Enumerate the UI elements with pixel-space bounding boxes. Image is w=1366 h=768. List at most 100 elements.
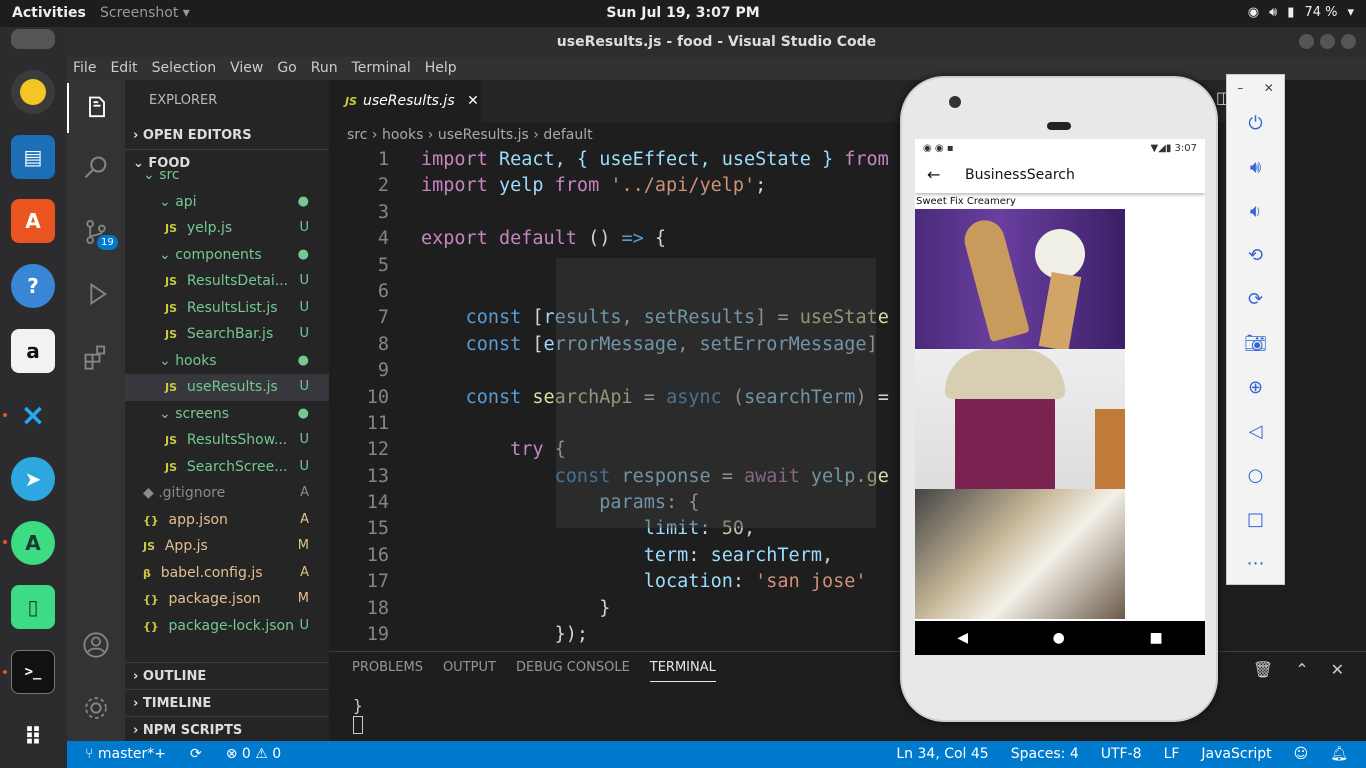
more-icon[interactable]: ⋯: [1227, 541, 1284, 585]
file-item[interactable]: JS ResultsList.js U: [125, 295, 329, 322]
terminal-output[interactable]: }: [353, 696, 363, 739]
menu-item-help[interactable]: Help: [425, 57, 457, 80]
activities-button[interactable]: Activities: [12, 5, 86, 21]
show-applications-icon[interactable]: ⠿: [11, 715, 55, 759]
folder-item[interactable]: ⌄ components ●: [125, 242, 329, 269]
search-icon[interactable]: [67, 143, 125, 193]
software-center-icon[interactable]: A: [11, 199, 55, 243]
volume-down-icon[interactable]: 🔉︎: [1227, 189, 1284, 233]
menu-item-edit[interactable]: Edit: [110, 57, 137, 80]
menu-item-file[interactable]: File: [73, 57, 96, 80]
minimize-icon[interactable]: –: [1237, 81, 1243, 95]
eol[interactable]: LF: [1164, 741, 1180, 768]
timeline-section[interactable]: › TIMELINE: [125, 689, 329, 716]
files-app-icon[interactable]: [11, 29, 55, 49]
overview-icon[interactable]: □: [1227, 497, 1284, 541]
minimize-button[interactable]: [1299, 34, 1314, 49]
tab-problems[interactable]: PROBLEMS: [352, 660, 423, 682]
account-icon[interactable]: [67, 620, 125, 670]
rhythmbox-icon[interactable]: [11, 70, 55, 114]
menu-item-go[interactable]: Go: [277, 57, 296, 80]
business-name[interactable]: Sweet Fix Creamery: [915, 195, 1205, 209]
sync-icon[interactable]: ⟳: [190, 741, 202, 768]
file-item[interactable]: {} package-lock.json U: [125, 613, 329, 635]
breadcrumb-item[interactable]: hooks: [382, 127, 423, 143]
maximize-panel-icon[interactable]: ⌃: [1295, 660, 1308, 679]
close-icon[interactable]: ✕: [1264, 81, 1274, 95]
file-item[interactable]: JS SearchScree... U: [125, 454, 329, 481]
breadcrumb-item[interactable]: default: [543, 127, 592, 143]
writer-icon[interactable]: ▤: [11, 135, 55, 179]
explorer-icon[interactable]: [67, 83, 125, 133]
power-icon[interactable]: ⏻: [1227, 101, 1284, 145]
folder-item[interactable]: ⌄ api ●: [125, 189, 329, 216]
business-photo[interactable]: [915, 209, 1125, 349]
system-tray[interactable]: ◉ 🔊︎ ▮ 74 % ▾: [1248, 5, 1354, 20]
close-icon[interactable]: ✕: [467, 93, 479, 109]
nav-back-icon[interactable]: ◀: [957, 630, 968, 646]
clock[interactable]: Sun Jul 19, 3:07 PM: [0, 5, 1366, 21]
source-control-icon[interactable]: 19: [67, 207, 125, 257]
branch-indicator[interactable]: ⑂ master*+: [85, 741, 166, 768]
trash-icon[interactable]: 🗑︎: [1253, 660, 1273, 679]
breadcrumb-item[interactable]: src: [347, 127, 367, 143]
bell-icon[interactable]: 🔔︎: [1330, 741, 1348, 768]
business-photo[interactable]: [915, 489, 1125, 619]
file-item[interactable]: ◆ .gitignore A: [125, 480, 329, 507]
rotate-right-icon[interactable]: ⟳: [1227, 277, 1284, 321]
menu-item-run[interactable]: Run: [311, 57, 338, 80]
open-editors-section[interactable]: › OPEN EDITORS: [125, 122, 329, 149]
menu-item-terminal[interactable]: Terminal: [352, 57, 411, 80]
nav-recents-icon[interactable]: ■: [1149, 630, 1162, 646]
back-arrow-icon[interactable]: ←: [927, 165, 940, 184]
rotate-left-icon[interactable]: ⟲: [1227, 233, 1284, 277]
file-item[interactable]: JS yelp.js U: [125, 215, 329, 242]
file-item[interactable]: JS useResults.js U: [125, 374, 329, 401]
android-studio-icon[interactable]: A: [11, 521, 55, 565]
tab-debug-console[interactable]: DEBUG CONSOLE: [516, 660, 630, 682]
emulator-icon[interactable]: ▯: [11, 585, 55, 629]
problems-indicator[interactable]: ⊗ 0 ⚠ 0: [226, 741, 281, 768]
run-debug-icon[interactable]: [67, 269, 125, 319]
terminal-icon[interactable]: >_: [11, 650, 55, 694]
file-item[interactable]: JS SearchBar.js U: [125, 321, 329, 348]
close-button[interactable]: [1341, 34, 1356, 49]
breadcrumb[interactable]: src › hooks › useResults.js › default: [347, 124, 593, 146]
encoding[interactable]: UTF-8: [1101, 741, 1142, 768]
tab-useresults[interactable]: JS useResults.js ✕: [329, 80, 481, 122]
indentation[interactable]: Spaces: 4: [1011, 741, 1079, 768]
menu-item-view[interactable]: View: [230, 57, 263, 80]
back-icon[interactable]: ◁: [1227, 409, 1284, 453]
breadcrumb-item[interactable]: useResults.js: [438, 127, 529, 143]
volume-up-icon[interactable]: 🔊︎: [1227, 145, 1284, 189]
vscode-icon[interactable]: ⨯: [11, 393, 55, 437]
zoom-icon[interactable]: ⊕: [1227, 365, 1284, 409]
app-menu[interactable]: Screenshot ▾: [100, 5, 190, 21]
folder-item[interactable]: ⌄ screens ●: [125, 401, 329, 428]
amazon-icon[interactable]: a: [11, 329, 55, 373]
file-item[interactable]: {} package.json M: [125, 586, 329, 613]
folder-item[interactable]: ⌄ hooks ●: [125, 348, 329, 375]
telegram-icon[interactable]: ➤: [11, 457, 55, 501]
file-item[interactable]: JS App.js M: [125, 533, 329, 560]
file-item[interactable]: β babel.config.js A: [125, 560, 329, 587]
cursor-position[interactable]: Ln 34, Col 45: [896, 741, 988, 768]
home-icon[interactable]: ○: [1227, 453, 1284, 497]
npm-scripts-section[interactable]: › NPM SCRIPTS: [125, 716, 329, 743]
close-panel-icon[interactable]: ✕: [1331, 660, 1344, 679]
tab-terminal[interactable]: TERMINAL: [649, 660, 716, 682]
gear-icon[interactable]: [67, 683, 125, 733]
camera-icon[interactable]: 📷︎: [1227, 321, 1284, 365]
business-photo[interactable]: [915, 349, 1125, 489]
menu-item-selection[interactable]: Selection: [152, 57, 217, 80]
tab-output[interactable]: OUTPUT: [443, 660, 496, 682]
nav-home-icon[interactable]: ●: [1053, 630, 1065, 646]
help-icon[interactable]: ?: [11, 264, 55, 308]
feedback-icon[interactable]: ☺: [1294, 741, 1309, 768]
language-mode[interactable]: JavaScript: [1201, 741, 1271, 768]
extensions-icon[interactable]: [67, 332, 125, 382]
maximize-button[interactable]: [1320, 34, 1335, 49]
file-item[interactable]: JS ResultsShow... U: [125, 427, 329, 454]
outline-section[interactable]: › OUTLINE: [125, 662, 329, 689]
folder-item[interactable]: ⌄ src: [125, 162, 329, 189]
